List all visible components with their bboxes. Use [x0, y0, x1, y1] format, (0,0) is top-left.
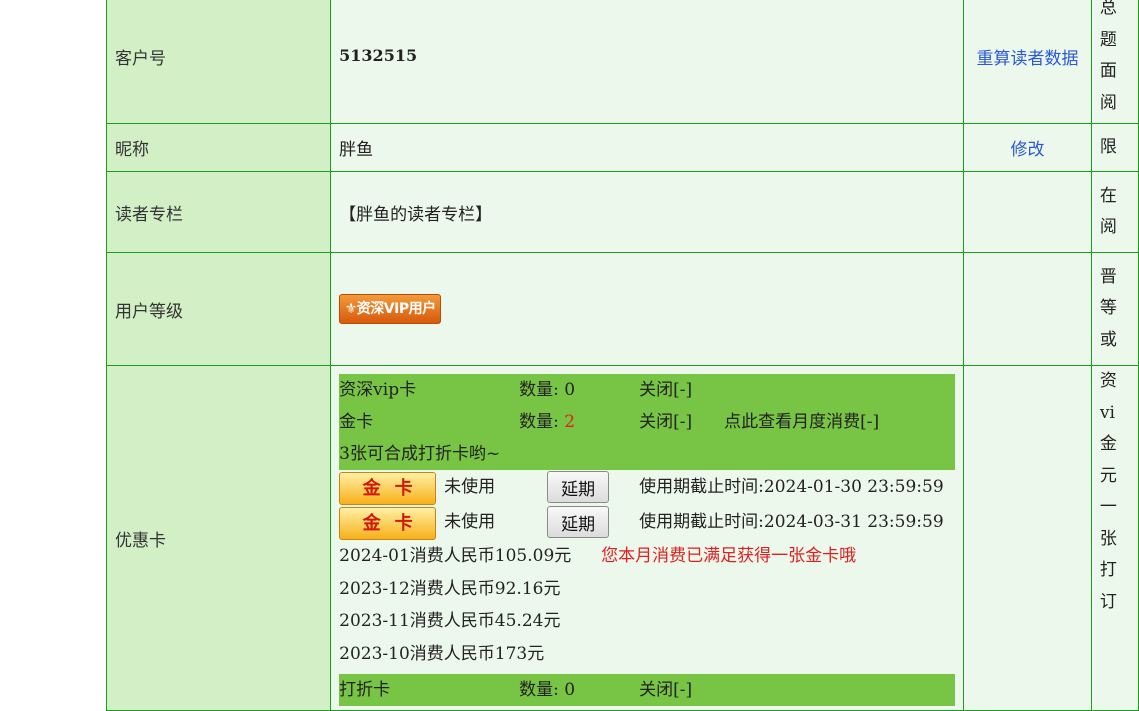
combine-note: 3张可合成打折卡哟~: [339, 444, 501, 464]
discount-card-summary-box: 打折卡 数量: 0 关闭[-]: [339, 674, 956, 706]
gold-card-earned-note: 您本月消费已满足获得一张金卡哦: [601, 546, 857, 566]
edit-nickname-link[interactable]: 修改: [1011, 140, 1045, 160]
user-level-action-cell: [963, 252, 1092, 366]
gold-card-item: 金卡 未使用 延期 使用期截止时间:2024-01-30 23:59:59: [339, 470, 955, 505]
row-customer-number: 客户号 5132515 重算读者数据 总题面阅: [105, 0, 1139, 124]
vip-card-summary: 资深vip卡 数量: 0 关闭[-]: [339, 374, 955, 406]
extend-button[interactable]: 延期: [547, 471, 610, 503]
coupons-action-cell: [963, 365, 1092, 711]
gold-card-item: 金卡 未使用 延期 使用期截止时间:2024-03-31 23:59:59: [339, 505, 955, 540]
row-user-level: 用户等级 ⚜资深VIP用户 晋等或: [105, 252, 1139, 366]
side-note-coupons: 资 vi 金元 一张打订: [1090, 365, 1139, 711]
discount-card-name: 打折卡: [339, 680, 391, 700]
discount-card-qty: 数量: 0: [519, 680, 576, 700]
gold-card-icon: 金卡: [339, 472, 437, 505]
row-nickname: 昵称 胖鱼 修改 限: [105, 123, 1139, 172]
side-note-nickname: 限: [1090, 123, 1139, 172]
account-info-table: 客户号 5132515 重算读者数据 总题面阅 昵称 胖鱼 修改 限 读者专栏 …: [105, 0, 1139, 711]
card-status: 未使用: [444, 512, 496, 532]
vip-card-toggle[interactable]: 关闭[-]: [639, 374, 692, 406]
customer-number-label: 客户号: [105, 0, 332, 124]
coupons-label: 优惠卡: [105, 365, 332, 711]
row-reader-column: 读者专栏 【胖鱼的读者专栏】 在阅: [105, 171, 1139, 253]
coupon-summary-box: 资深vip卡 数量: 0 关闭[-] 金卡 数量: 2 关闭[-] 点此查看月度…: [339, 374, 956, 470]
side-note-column: 在阅: [1090, 171, 1139, 253]
monthly-spending-item: 2024-01消费人民币105.09元 您本月消费已满足获得一张金卡哦: [339, 540, 955, 573]
side-note-level: 晋等或: [1090, 252, 1139, 366]
discount-card-summary: 打折卡 数量: 0 关闭[-]: [339, 674, 955, 706]
monthly-spending-item: 2023-11消费人民币45.24元: [339, 611, 561, 631]
monthly-spending-item: 2023-10消费人民币173元: [339, 643, 545, 664]
nickname-label: 昵称: [105, 123, 332, 172]
side-note-customer: 总题面阅: [1090, 0, 1139, 124]
senior-vip-badge: ⚜资深VIP用户: [339, 294, 442, 324]
recalculate-reader-data-link[interactable]: 重算读者数据: [977, 49, 1079, 69]
discount-card-toggle[interactable]: 关闭[-]: [639, 674, 692, 706]
extend-button[interactable]: 延期: [547, 506, 610, 538]
card-expiry: 使用期截止时间:2024-01-30 23:59:59: [639, 477, 944, 497]
card-status: 未使用: [444, 477, 496, 497]
vip-card-name: 资深vip卡: [339, 380, 417, 400]
gold-card-name: 金卡: [339, 412, 374, 432]
gold-card-qty: 数量: 2: [519, 412, 576, 432]
reader-column-label: 读者专栏: [105, 171, 332, 253]
vip-card-qty: 数量: 0: [519, 380, 576, 400]
user-level-label: 用户等级: [105, 252, 332, 366]
customer-number-value: 5132515: [339, 46, 418, 65]
gold-card-icon: 金卡: [339, 507, 437, 540]
monthly-spending-item: 2023-12消费人民币92.16元: [339, 578, 561, 599]
nickname-value: 胖鱼: [330, 123, 965, 172]
gold-card-toggle[interactable]: 关闭[-]: [639, 406, 692, 438]
row-coupons: 优惠卡 资深vip卡 数量: 0 关闭[-] 金卡 数量: 2 关闭[-] 点此…: [105, 365, 1139, 711]
gold-card-summary: 金卡 数量: 2 关闭[-] 点此查看月度消费[-]: [339, 406, 955, 438]
reader-column-action-cell: [963, 171, 1092, 253]
monthly-spending-toggle[interactable]: 点此查看月度消费[-]: [724, 406, 879, 438]
card-expiry: 使用期截止时间:2024-03-31 23:59:59: [639, 512, 944, 532]
reader-column-value: 【胖鱼的读者专栏】: [330, 171, 965, 253]
